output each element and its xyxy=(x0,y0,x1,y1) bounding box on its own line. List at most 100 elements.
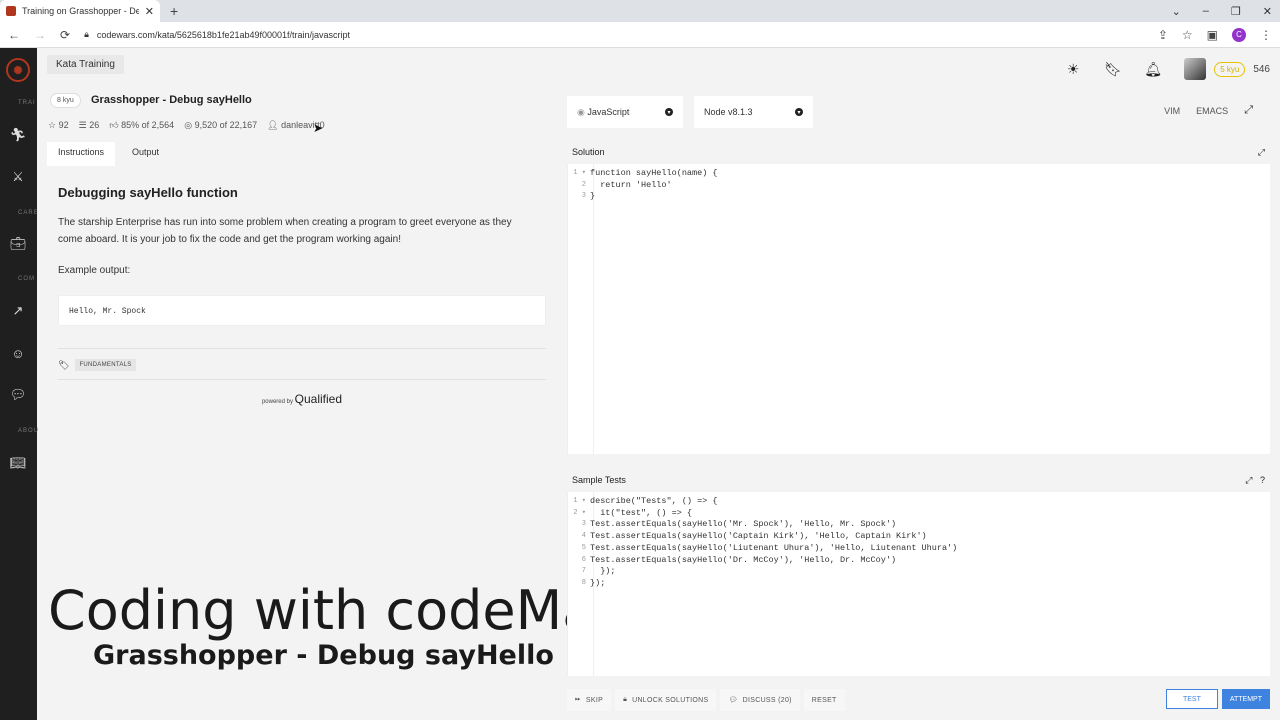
thumbs-up-icon: 👍︎ xyxy=(109,120,119,130)
discord-icon[interactable]: ☺ xyxy=(9,344,27,362)
reset-button[interactable]: RESET xyxy=(803,689,845,711)
lock-icon: 🔒︎ xyxy=(84,29,89,39)
runtime-select[interactable]: Node v8.1.3 ▾ xyxy=(694,96,813,128)
url-text: codewars.com/kata/5625618b1fe21ab49f0000… xyxy=(96,29,351,40)
attempt-button[interactable]: ATTEMPT xyxy=(1221,689,1270,709)
bookmark-star-icon[interactable]: ☆ xyxy=(1182,28,1193,42)
tests-editor[interactable]: 1 ▾ describe("Tests", () => { 2 ▾ it("tes… xyxy=(567,492,1270,676)
close-window-icon[interactable]: ✕ xyxy=(1263,5,1272,18)
expand-icon[interactable]: ⤢ xyxy=(1258,147,1265,158)
tab-output[interactable]: Output xyxy=(121,142,170,166)
collections-icon: ☰ xyxy=(78,120,87,130)
theme-sun-icon[interactable]: ☀ xyxy=(1064,60,1082,78)
code-text: }); xyxy=(590,577,606,588)
javascript-icon: ◉ xyxy=(577,106,585,117)
code-line: 6 Test.assertEquals(sayHello('Dr. McCoy')… xyxy=(581,554,897,565)
tab-search-icon[interactable]: ⌄ xyxy=(1172,5,1181,18)
skip-button[interactable]: ⏩︎ SKIP xyxy=(567,689,612,711)
docs-book-icon[interactable]: 📖︎ xyxy=(9,454,27,472)
editor-modes: VIM EMACS ⤢ xyxy=(1164,104,1253,117)
back-icon[interactable]: ← xyxy=(8,28,20,42)
user-icon: 👤︎ xyxy=(267,120,279,130)
qualified-logo[interactable]: Qualified xyxy=(295,392,342,406)
header-actions: ☀ 🔖︎ 🔔︎ 5 kyu 546 xyxy=(1064,58,1270,80)
language-select[interactable]: ◉ JavaScript ▾ xyxy=(567,96,683,128)
codewars-favicon-icon xyxy=(6,6,16,16)
submit-actions: TEST ATTEMPT xyxy=(1165,689,1270,709)
user-avatar[interactable] xyxy=(1184,58,1207,80)
restore-icon[interactable]: ❐ xyxy=(1231,5,1241,18)
bookmark-icon[interactable]: 🔖︎ xyxy=(1104,60,1122,78)
leaderboard-icon[interactable]: ↗ xyxy=(9,302,27,320)
sidebar-label-career: CARE xyxy=(18,210,39,216)
sidepanel-icon[interactable]: ▣ xyxy=(1207,28,1218,42)
rank-badge: 5 kyu xyxy=(1214,61,1246,77)
code-text: function sayHello(name) { xyxy=(590,168,718,178)
vim-mode-button[interactable]: VIM xyxy=(1164,106,1180,116)
mouse-cursor-icon: ➤ xyxy=(313,121,324,135)
code-line: 7 }); xyxy=(581,566,616,577)
expand-icon[interactable]: ⤢ xyxy=(1245,475,1252,485)
new-tab-button[interactable]: + xyxy=(170,0,178,22)
discuss-button[interactable]: 💬︎ DISCUSS (20) xyxy=(720,689,800,711)
browser-tab-title: Training on Grasshopper - Debu xyxy=(22,6,139,16)
briefcase-icon[interactable]: 💼︎ xyxy=(9,235,27,253)
practice-icon[interactable]: 🏃︎ xyxy=(9,126,27,144)
code-line: 2 return 'Hello' xyxy=(581,179,672,190)
close-tab-icon[interactable]: ✕ xyxy=(145,5,154,18)
kata-training-breadcrumb[interactable]: Kata Training xyxy=(47,55,124,74)
stars-stat[interactable]: ☆ 92 xyxy=(48,120,69,131)
chat-icon[interactable]: 💬︎ xyxy=(9,386,27,404)
code-line: 3 Test.assertEquals(sayHello('Mr. Spock')… xyxy=(581,519,897,530)
emacs-mode-button[interactable]: EMACS xyxy=(1196,106,1228,116)
share-icon[interactable]: ⇪ xyxy=(1158,28,1168,42)
forward-icon[interactable]: → xyxy=(34,28,46,42)
fullscreen-icon[interactable]: ⤢ xyxy=(1244,104,1253,117)
chat-icon: 💬︎ xyxy=(728,697,738,704)
code-text: Test.assertEquals(sayHello('Captain Kirk… xyxy=(590,531,927,542)
menu-icon[interactable]: ⋮ xyxy=(1260,28,1272,42)
description-heading: Debugging sayHello function xyxy=(58,185,238,200)
tag-icon: 🏷︎ xyxy=(58,359,70,370)
code-text: } xyxy=(590,191,596,202)
honor-count: 546 xyxy=(1253,63,1270,75)
code-line: 1 ▾ function sayHello(name) { xyxy=(573,168,718,178)
editor-panel: ◉ JavaScript ▾ Node v8.1.3 ▾ VIM EMACS ⤢… xyxy=(567,90,1270,720)
chevron-down-icon: ▾ xyxy=(665,108,673,116)
discuss-label: DISCUSS (20) xyxy=(742,696,792,704)
notifications-bell-icon[interactable]: 🔔︎ xyxy=(1144,60,1162,78)
runtime-value: Node v8.1.3 xyxy=(704,107,753,117)
unlock-solutions-button[interactable]: 🔒︎ UNLOCK SOLUTIONS xyxy=(615,689,717,711)
tests-header: Sample Tests ⤢ ? xyxy=(567,470,1270,490)
completed-stat: ◎ 9,520 of 22,167 xyxy=(184,120,257,131)
url-field[interactable]: 🔒︎ codewars.com/kata/5625618b1fe21ab49f0… xyxy=(84,25,1144,45)
minimize-icon[interactable]: – xyxy=(1203,5,1209,17)
description-tabs: Instructions Output xyxy=(47,142,557,166)
sidebar: ✺ TRAI 🏃︎ ⚔︎ CARE 💼︎ COM ↗ ☺ 💬︎ ABOU 📖︎ xyxy=(0,48,40,720)
profile-avatar[interactable]: C xyxy=(1232,27,1246,42)
tag-fundamentals[interactable]: FUNDAMENTALS xyxy=(75,359,136,371)
video-overlay-subtitle: Grasshopper - Debug sayHello xyxy=(93,640,554,671)
language-value: JavaScript xyxy=(587,106,630,117)
chevron-down-icon: ▾ xyxy=(795,108,803,116)
divider xyxy=(58,348,546,349)
description-paragraph: The starship Enterprise has run into som… xyxy=(58,217,512,245)
solution-editor[interactable]: 1 ▾ function sayHello(name) { 2 return 'H… xyxy=(567,164,1270,454)
code-line: 4 Test.assertEquals(sayHello('Captain Kir… xyxy=(581,531,927,542)
tab-instructions[interactable]: Instructions xyxy=(47,142,116,166)
dojo-icon[interactable]: ⚔︎ xyxy=(9,168,27,186)
help-icon[interactable]: ? xyxy=(1260,475,1265,485)
tests-title: Sample Tests xyxy=(572,475,626,485)
language-label: ◉ JavaScript xyxy=(577,107,629,118)
code-line: 1 ▾ describe("Tests", () => { xyxy=(573,496,718,506)
skip-icon: ⏩︎ xyxy=(575,696,581,703)
test-button[interactable]: TEST xyxy=(1165,689,1218,709)
target-icon: ◎ xyxy=(184,120,193,130)
line-gutter xyxy=(568,164,594,454)
sidebar-label-about: ABOU xyxy=(18,428,40,434)
example-label: Example output: xyxy=(58,265,131,276)
browser-tab[interactable]: Training on Grasshopper - Debu ✕ xyxy=(0,0,160,22)
reload-icon[interactable]: ⟳ xyxy=(60,28,70,42)
codewars-logo-icon[interactable]: ✺ xyxy=(6,58,30,82)
code-text: return 'Hello' xyxy=(590,179,672,190)
